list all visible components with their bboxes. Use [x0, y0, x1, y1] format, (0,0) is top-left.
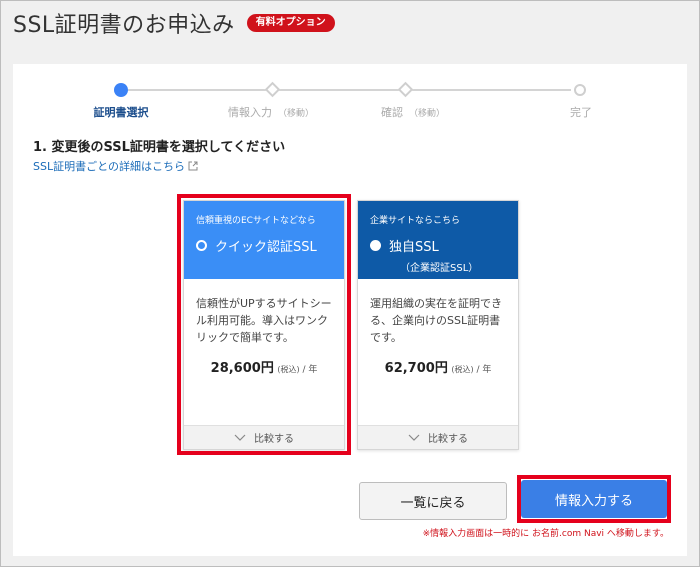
compare-toggle[interactable]: 比較する	[358, 425, 518, 449]
back-to-list-button[interactable]: 一覧に戻る	[359, 482, 507, 520]
main-panel: 証明書選択 情報入力 （移動） 確認 （移動） 完了 1. 変更後のSSL証明書を選…	[13, 64, 687, 556]
step-diamond-icon	[397, 81, 414, 98]
plan-price: 62,700円 (税込) / 年	[384, 361, 492, 376]
step-label-confirm: 確認 （移動）	[380, 106, 446, 119]
highlight-box	[517, 475, 671, 523]
step-label-complete: 完了	[570, 106, 592, 119]
plan-name: 独自SSL	[370, 236, 518, 255]
redirect-note: ※情報入力画面は一時的に お名前.com Navi へ移動します。	[422, 529, 669, 539]
step-label-info-input: 情報入力 （移動）	[227, 106, 315, 119]
page-header: SSL証明書のお申込み 有料オプション	[13, 5, 335, 41]
step-end-circle-icon	[574, 84, 586, 96]
section-title: 1. 変更後のSSL証明書を選択してください	[33, 140, 286, 155]
ssl-detail-link[interactable]: SSL証明書ごとの詳細はこちら	[33, 158, 198, 174]
step-current-dot-icon	[114, 83, 128, 97]
plan-card-header: 企業サイトならこちら 独自SSL （企業認証SSL）	[358, 201, 518, 279]
external-link-icon	[188, 161, 198, 171]
page-title: SSL証明書のお申込み	[13, 13, 235, 38]
plan-card-body: 運用組織の実在を証明できる、企業向けのSSL証明書です。 62,700円 (税込…	[358, 279, 518, 427]
chevron-down-icon	[408, 434, 420, 441]
plan-tagline: 企業サイトならこちら	[370, 216, 461, 226]
step-connector	[125, 89, 271, 91]
step-diamond-icon	[264, 81, 281, 98]
plan-card-ov-ssl[interactable]: 企業サイトならこちら 独自SSL （企業認証SSL） 運用組織の実在を証明できる…	[357, 200, 519, 450]
plan-subname: （企業認証SSL）	[400, 263, 479, 274]
highlight-box	[177, 194, 351, 455]
paid-option-badge: 有料オプション	[246, 14, 335, 32]
radio-selected-icon[interactable]	[370, 240, 381, 251]
step-connector	[413, 89, 571, 91]
step-label-select-cert: 証明書選択	[93, 106, 149, 119]
progress-stepper: 証明書選択 情報入力 （移動） 確認 （移動） 完了	[13, 81, 687, 122]
plan-description: 運用組織の実在を証明できる、企業向けのSSL証明書です。	[370, 297, 502, 344]
